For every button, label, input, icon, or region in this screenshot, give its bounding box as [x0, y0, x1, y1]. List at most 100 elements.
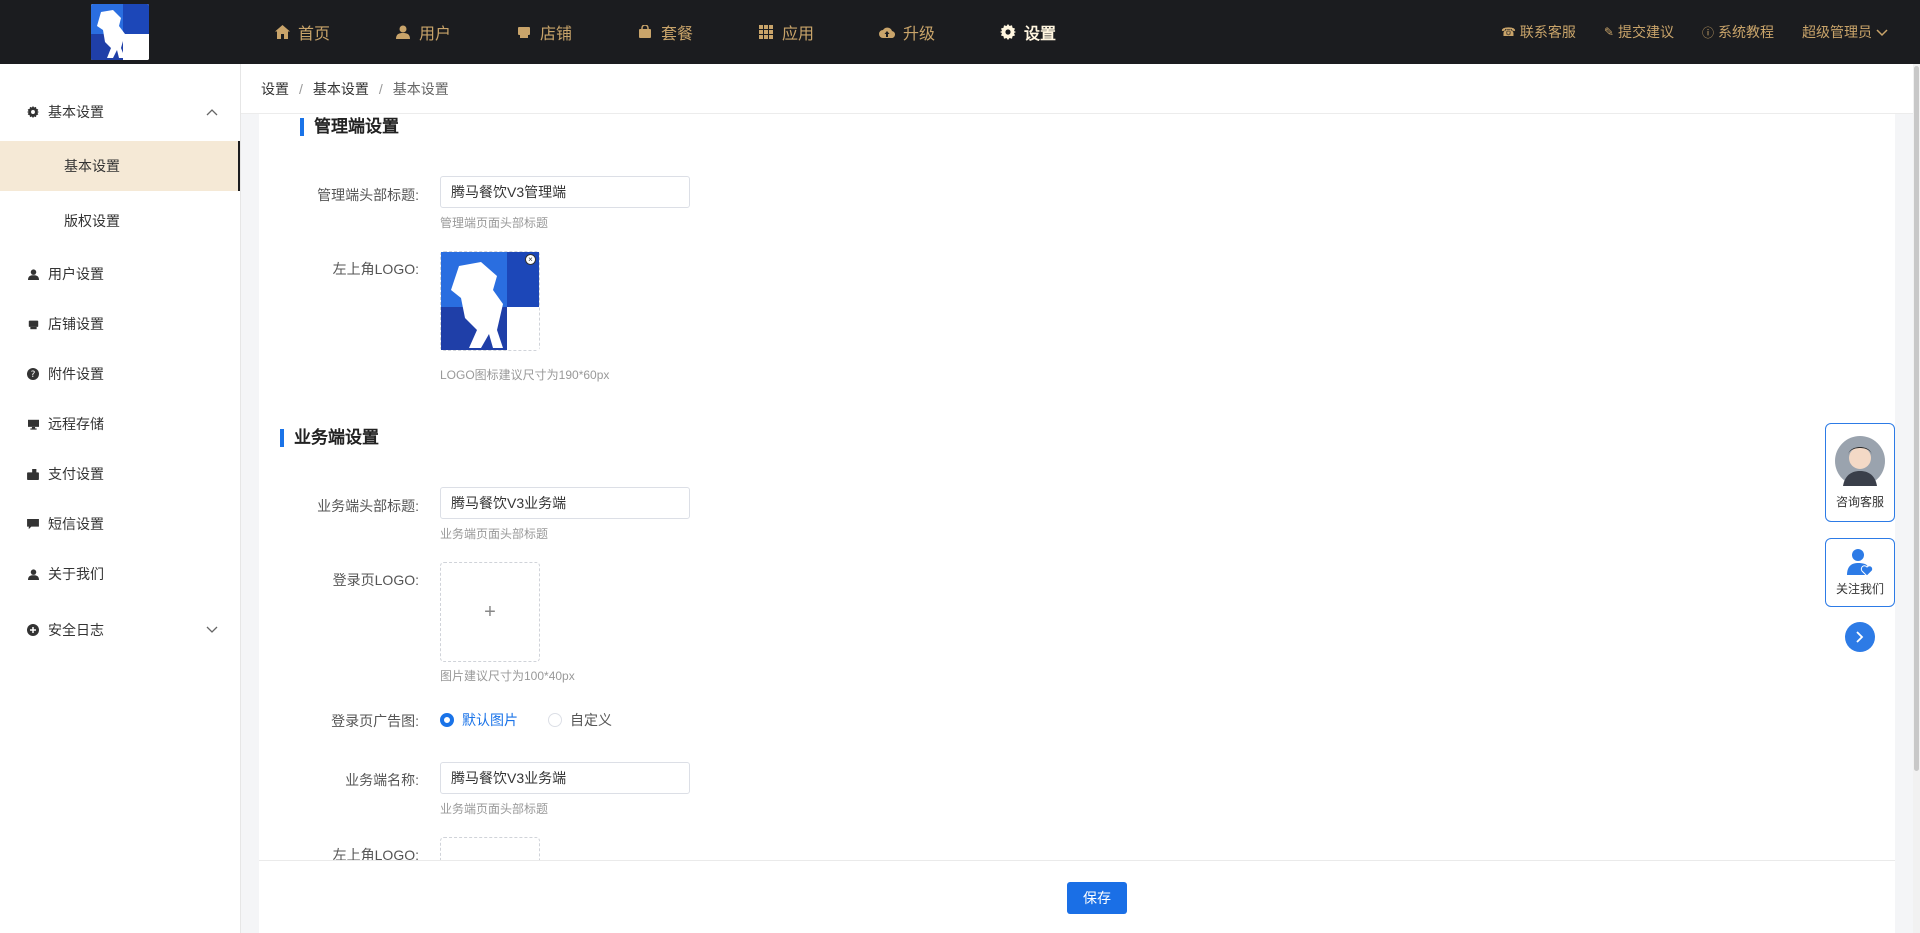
nav-item-upgrade[interactable]: 升级: [865, 0, 986, 64]
sidebar-item-store-settings[interactable]: 店铺设置: [0, 304, 240, 344]
breadcrumb-item[interactable]: 设置: [261, 79, 289, 99]
biz-header-title-input[interactable]: [440, 487, 690, 519]
link-label: 联系客服: [1519, 24, 1576, 40]
nav-item-settings[interactable]: 设置: [986, 0, 1107, 64]
sidebar-item-about-us[interactable]: 关于我们: [0, 554, 240, 594]
cloud-upload-icon: [879, 24, 895, 40]
chevron-right-icon[interactable]: [1845, 622, 1875, 652]
sidebar-item-user-settings[interactable]: 用户设置: [0, 254, 240, 294]
plus-icon: +: [484, 600, 496, 623]
nav-item-label: 升级: [903, 26, 936, 43]
sidebar: 基本设置 基本设置 版权设置 用户设置 店铺设置 ? 附件设置 远程存储 支付设…: [0, 64, 241, 933]
admin-header-title-label: 管理端头部标题:: [317, 187, 419, 203]
corner-logo-label: 左上角LOGO:: [332, 847, 419, 860]
nav-item-package[interactable]: 套餐: [623, 0, 744, 64]
follow-us-label: 关注我们: [1835, 582, 1884, 596]
sidebar-sub-basic-settings[interactable]: 基本设置: [0, 141, 240, 191]
sidebar-item-label: 关于我们: [48, 566, 104, 582]
nav-item-home[interactable]: 首页: [260, 0, 381, 64]
radio-label: 默认图片: [462, 712, 518, 728]
admin-logo-upload[interactable]: ×: [440, 251, 540, 351]
radio-dot: [440, 713, 454, 727]
biz-header-title-label: 业务端头部标题:: [317, 498, 419, 514]
headset-icon: ☎: [1500, 25, 1516, 39]
brand-logo[interactable]: [91, 4, 149, 60]
nav-item-label: 首页: [298, 26, 331, 43]
login-ad-radio-group: 默认图片 自定义: [440, 710, 642, 730]
scrollbar-thumb[interactable]: [1914, 66, 1919, 771]
breadcrumb-separator: /: [378, 80, 383, 97]
admin-logo-hint: LOGO图标建议尺寸为190*60px: [440, 368, 610, 382]
admin-logo-image: [441, 252, 539, 350]
nav-item-label: 应用: [782, 26, 815, 43]
section-title-business: 业务端设置: [280, 429, 379, 447]
svg-text:?: ?: [31, 370, 36, 380]
submit-suggestion-link[interactable]: ✎ 提交建议: [1604, 22, 1674, 42]
biz-name-input[interactable]: [440, 762, 690, 794]
radio-default-image[interactable]: 默认图片: [440, 710, 518, 730]
biz-header-title-hint: 业务端页面头部标题: [440, 527, 549, 541]
store-icon: [516, 24, 532, 40]
login-logo-label: 登录页LOGO:: [332, 572, 419, 588]
admin-header-title-hint: 管理端页面头部标题: [440, 216, 549, 230]
sidebar-item-security-log[interactable]: 安全日志: [0, 610, 240, 650]
nav-item-label: 用户: [419, 26, 452, 43]
sidebar-item-label: 用户设置: [48, 266, 104, 282]
biz-name-hint: 业务端页面头部标题: [440, 802, 549, 816]
section-title-admin: 管理端设置: [300, 118, 399, 136]
question-icon: ?: [26, 367, 40, 381]
user-icon: [26, 267, 40, 281]
home-icon: [274, 24, 290, 40]
link-label: 提交建议: [1617, 24, 1674, 40]
chevron-down-icon: [1876, 24, 1888, 40]
nav-item-user[interactable]: 用户: [381, 0, 502, 64]
sidebar-item-sms-settings[interactable]: 短信设置: [0, 504, 240, 544]
consult-service-widget[interactable]: 咨询客服: [1825, 423, 1895, 522]
chevron-up-icon: [206, 105, 218, 119]
gear-icon: [1000, 24, 1016, 40]
settings-form: 管理端设置 管理端头部标题: 管理端页面头部标题 左上角LOGO: × LOGO…: [259, 114, 1895, 860]
user-name: 超级管理员: [1802, 24, 1872, 40]
system-tutorial-link[interactable]: ⓘ 系统教程: [1702, 22, 1774, 42]
sidebar-item-label: 远程存储: [48, 416, 104, 432]
radio-label: 自定义: [570, 712, 612, 728]
nav-item-store[interactable]: 店铺: [502, 0, 623, 64]
admin-header-title-input[interactable]: [440, 176, 690, 208]
login-logo-hint: 图片建议尺寸为100*40px: [440, 669, 575, 683]
corner-logo-upload[interactable]: [440, 837, 540, 860]
biz-name-label: 业务端名称:: [345, 772, 419, 788]
chevron-down-icon: [206, 623, 218, 637]
top-navbar: 首页 用户 店铺 套餐 应用 升级 设置 ☎ 联系客服 ✎ 提交建议 ⓘ 系统教…: [0, 0, 1920, 64]
close-icon[interactable]: ×: [525, 254, 536, 265]
grid-icon: [758, 24, 774, 40]
breadcrumb-current: 基本设置: [392, 80, 449, 97]
sidebar-item-label: 基本设置: [48, 104, 104, 120]
sidebar-item-basic-settings[interactable]: 基本设置: [0, 92, 240, 132]
info-icon: ⓘ: [1701, 25, 1714, 40]
gear-icon: [26, 105, 40, 119]
sidebar-item-remote-storage[interactable]: 远程存储: [0, 404, 240, 444]
sidebar-item-label: 支付设置: [48, 466, 104, 482]
sidebar-item-payment-settings[interactable]: 支付设置: [0, 454, 240, 494]
sidebar-sub-label: 基本设置: [64, 158, 120, 174]
link-label: 系统教程: [1718, 24, 1774, 40]
follow-us-widget[interactable]: 关注我们: [1825, 538, 1895, 607]
radio-custom[interactable]: 自定义: [548, 710, 612, 730]
user-menu[interactable]: 超级管理员: [1802, 22, 1888, 42]
sidebar-sub-copyright-settings[interactable]: 版权设置: [0, 196, 240, 246]
sidebar-item-label: 短信设置: [48, 516, 104, 532]
breadcrumb-separator: /: [299, 80, 303, 97]
breadcrumb-item[interactable]: 基本设置: [313, 79, 369, 99]
store-icon: [26, 317, 40, 331]
breadcrumb: 设置 / 基本设置 / 基本设置: [241, 64, 1913, 114]
sidebar-item-label: 附件设置: [48, 366, 104, 382]
sidebar-item-attachment-settings[interactable]: ? 附件设置: [0, 354, 240, 394]
footer-bar: 保存: [259, 860, 1895, 933]
nav-item-apps[interactable]: 应用: [744, 0, 865, 64]
nav-item-label: 套餐: [661, 26, 694, 43]
user-icon: [26, 567, 40, 581]
contact-service-link[interactable]: ☎ 联系客服: [1501, 22, 1576, 42]
login-logo-upload[interactable]: +: [440, 562, 540, 662]
nav-item-label: 店铺: [540, 26, 573, 43]
save-button[interactable]: 保存: [1067, 882, 1127, 914]
